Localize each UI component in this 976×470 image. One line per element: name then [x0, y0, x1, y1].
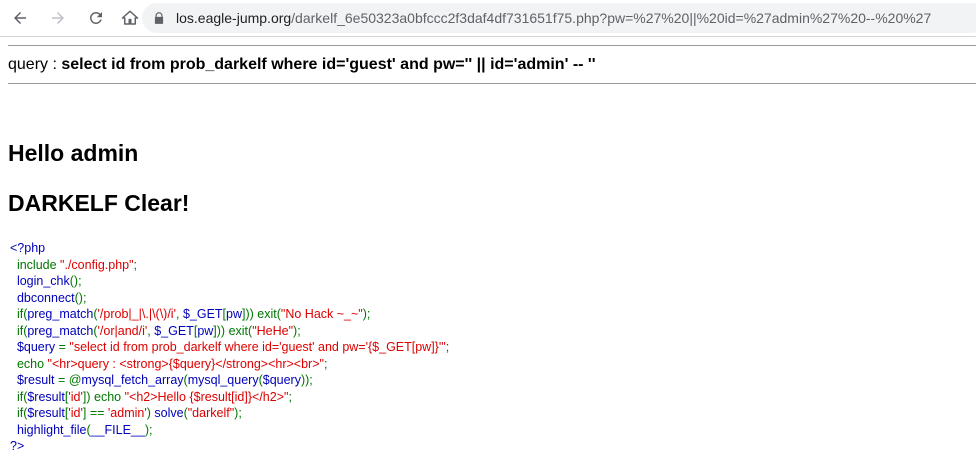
code-line: login_chk();: [10, 274, 82, 288]
back-button[interactable]: [8, 6, 32, 30]
reload-icon: [89, 11, 102, 24]
code-line: dbconnect();: [10, 290, 87, 305]
code-line: include "./config.php";: [10, 257, 138, 272]
browser-toolbar: los.eagle-jump.org/darkelf_6e50323a0bfcc…: [0, 0, 976, 37]
code-line: if(preg_match('/prob|_|\.|\(\)/i', $_GET…: [10, 307, 371, 321]
code-line: highlight_file(__FILE__);: [10, 422, 153, 437]
url-path: /darkelf_6e50323a0bfccc2f3daf4df731651f7…: [291, 10, 932, 26]
code-line: if($result['id'] == 'admin') solve("dark…: [10, 406, 242, 420]
code-line: echo "<hr>query : <strong>{$query}</stro…: [10, 356, 328, 371]
reload-button[interactable]: [84, 6, 108, 30]
clear-heading: DARKELF Clear!: [8, 190, 190, 216]
code-line: $result = @mysql_fetch_array(mysql_query…: [10, 373, 313, 387]
divider-bottom: [8, 83, 976, 84]
url-host: los.eagle-jump.org: [176, 10, 292, 26]
code-line: if(preg_match('/or|and/i', $_GET[pw])) e…: [10, 323, 301, 338]
divider-top: [8, 45, 976, 46]
home-button[interactable]: [118, 6, 142, 30]
lock-icon: [154, 12, 164, 24]
php-open-tag: <?php: [10, 241, 46, 255]
hello-heading: Hello admin: [8, 140, 139, 166]
query-line: query : select id from prob_darkelf wher…: [8, 56, 596, 74]
code-line: $query = "select id from prob_darkelf wh…: [10, 340, 450, 354]
arrow-left-icon: [14, 12, 26, 24]
query-text: select id from prob_darkelf where id='gu…: [61, 56, 596, 73]
query-label: query :: [8, 56, 62, 73]
home-icon: [121, 10, 139, 25]
php-close-tag: ?>: [10, 439, 25, 453]
address-bar[interactable]: los.eagle-jump.org/darkelf_6e50323a0bfcc…: [142, 3, 976, 33]
php-source-code: <?php include "./config.php"; login_chk(…: [10, 240, 449, 455]
forward-button[interactable]: [46, 6, 70, 30]
arrow-right-icon: [52, 12, 64, 24]
code-line: if($result['id']) echo "<h2>Hello {$resu…: [10, 389, 292, 404]
